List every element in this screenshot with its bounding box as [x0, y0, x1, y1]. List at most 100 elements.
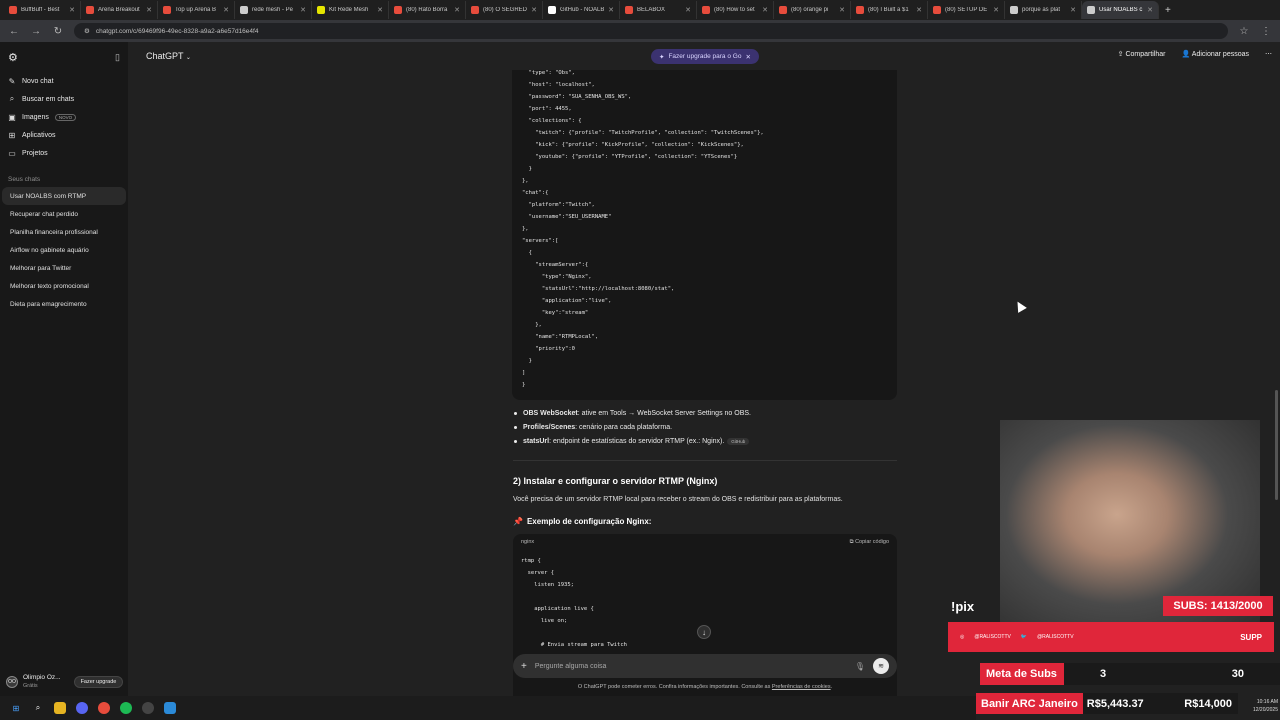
- code-line: "port": 4455,: [522, 106, 572, 112]
- sidebar-toggle-icon[interactable]: ▯: [115, 52, 120, 63]
- app-icon[interactable]: [164, 702, 176, 714]
- obs-icon[interactable]: [142, 702, 154, 714]
- tab-title: (80) Rato Borra: [406, 7, 448, 13]
- browser-tab[interactable]: (80) Rato Borra ✕: [389, 1, 466, 19]
- scrollbar[interactable]: [1275, 390, 1278, 500]
- search-icon[interactable]: ⌕: [32, 702, 44, 714]
- browser-tab[interactable]: rede mesh - Pe ✕: [235, 1, 312, 19]
- close-tab-icon[interactable]: ✕: [454, 6, 460, 14]
- sidebar-item-apps[interactable]: ⊞ Aplicativos: [0, 126, 128, 144]
- pin-icon: 📌: [513, 517, 523, 526]
- prompt-input[interactable]: Pergunte alguma coisa: [535, 663, 847, 670]
- close-tab-icon[interactable]: ✕: [300, 6, 306, 14]
- browser-tab[interactable]: Usar NOALBS c ✕: [1082, 1, 1159, 19]
- browser-tab[interactable]: (80) SETUP DE ✕: [928, 1, 1005, 19]
- browser-tab[interactable]: porque as plat ✕: [1005, 1, 1082, 19]
- close-tab-icon[interactable]: ✕: [531, 6, 537, 14]
- bookmark-star-icon[interactable]: ☆: [1238, 26, 1250, 37]
- code-line: rtmp {: [521, 558, 541, 564]
- close-tab-icon[interactable]: ✕: [377, 6, 383, 14]
- donation-goal-current: R$5,443.37: [1086, 697, 1144, 710]
- browser-tab[interactable]: Kit Rede Mesh ✕: [312, 1, 389, 19]
- browser-tab[interactable]: BELABOX ✕: [620, 1, 697, 19]
- browser-tab[interactable]: (80) How to set ✕: [697, 1, 774, 19]
- close-tab-icon[interactable]: ✕: [1147, 6, 1153, 14]
- file-explorer-icon[interactable]: [54, 702, 66, 714]
- close-tab-icon[interactable]: ✕: [69, 6, 75, 14]
- bullet-term: OBS WebSocket: [523, 409, 578, 417]
- chat-history-item[interactable]: Recuperar chat perdido: [2, 205, 126, 223]
- more-options-icon[interactable]: ⋯: [1265, 50, 1272, 58]
- browser-tab[interactable]: Arena Breakout ✕: [81, 1, 158, 19]
- chat-history-item[interactable]: Dieta para emagrecimento: [2, 295, 126, 313]
- microphone-icon[interactable]: 🎙: [855, 662, 865, 671]
- source-chip[interactable]: GitHub: [727, 437, 750, 445]
- composer[interactable]: + Pergunte alguma coisa 🎙 ≋: [513, 654, 897, 678]
- bullet-item: OBS WebSocket: ative em Tools → WebSocke…: [514, 406, 898, 420]
- new-tab-icon[interactable]: +: [1165, 5, 1171, 16]
- sidebar-item-label: Projetos: [22, 149, 48, 157]
- close-icon[interactable]: ✕: [745, 53, 750, 61]
- cookie-preferences-link[interactable]: Preferências de cookies: [772, 684, 831, 690]
- upgrade-pill[interactable]: ✦ Fazer upgrade para o Go ✕: [651, 49, 759, 64]
- chat-history-item[interactable]: Airflow no gabinete aquário: [2, 241, 126, 259]
- close-tab-icon[interactable]: ✕: [916, 6, 922, 14]
- copy-code-button[interactable]: ⧉ Copiar código: [850, 539, 889, 546]
- plus-icon[interactable]: +: [521, 661, 527, 672]
- sidebar-item-new-chat[interactable]: ✎ Novo chat: [0, 72, 128, 90]
- close-tab-icon[interactable]: ✕: [146, 6, 152, 14]
- chat-history-item[interactable]: Melhorar para Twitter: [2, 259, 126, 277]
- new-chat-icon: ✎: [8, 76, 16, 86]
- add-people-button[interactable]: 👤 Adicionar pessoas: [1182, 50, 1249, 58]
- browser-tab[interactable]: Top up Arena B ✕: [158, 1, 235, 19]
- browser-tab[interactable]: GitHub - NOALB ✕: [543, 1, 620, 19]
- url-field[interactable]: ⚙ chatgpt.com/c/69469f96-49ec-8328-a9a2-…: [74, 23, 1228, 39]
- model-selector[interactable]: ChatGPT ⌄: [146, 51, 191, 61]
- favicon-icon: [1087, 6, 1095, 14]
- browser-tab[interactable]: BuffBuff - Best ✕: [4, 1, 81, 19]
- close-tab-icon[interactable]: ✕: [839, 6, 845, 14]
- scroll-down-button[interactable]: ↓: [697, 625, 711, 639]
- chat-history-item[interactable]: Planilha financeira profissional: [2, 223, 126, 241]
- back-icon[interactable]: ←: [8, 26, 20, 37]
- code-line: "application":"live",: [522, 298, 612, 304]
- code-line: "priority":0: [522, 346, 575, 352]
- windows-start-icon[interactable]: ⊞: [10, 702, 22, 714]
- subsection-heading-text: Exemplo de configuração Nginx:: [526, 517, 652, 526]
- site-info-icon[interactable]: ⚙: [84, 27, 90, 35]
- chat-history-item[interactable]: Melhorar texto promocional: [2, 277, 126, 295]
- chat-history-item[interactable]: Usar NOALBS com RTMP: [2, 187, 126, 205]
- upgrade-button[interactable]: Fazer upgrade: [73, 676, 124, 688]
- favicon-icon: [317, 6, 325, 14]
- discord-icon[interactable]: [76, 702, 88, 714]
- browser-tab[interactable]: (80) O SEGREDO ✕: [466, 1, 543, 19]
- menu-dots-icon[interactable]: ⋮: [1260, 26, 1272, 37]
- forward-icon[interactable]: →: [30, 26, 42, 37]
- sidebar-item-search[interactable]: ⌕ Buscar em chats: [0, 90, 128, 108]
- close-tab-icon[interactable]: ✕: [1070, 6, 1076, 14]
- browser-tab[interactable]: (80) I Built a $1 ✕: [851, 1, 928, 19]
- reload-icon[interactable]: ↻: [52, 26, 64, 37]
- voice-mode-button[interactable]: ≋: [873, 658, 889, 674]
- user-menu[interactable]: OO Olimpio Oz... Grátis Fazer upgrade: [0, 668, 128, 696]
- twitter-handle: @RALISCOTTV: [1037, 634, 1074, 640]
- close-tab-icon[interactable]: ✕: [993, 6, 999, 14]
- close-tab-icon[interactable]: ✕: [685, 6, 691, 14]
- browser-tab[interactable]: (80) orange pi ✕: [774, 1, 851, 19]
- search-icon: ⌕: [9, 94, 15, 103]
- avatar: OO: [6, 676, 18, 688]
- chevron-down-icon: ⌄: [185, 55, 191, 61]
- code-block-json: "type": "Obs", "host": "localhost", "pas…: [512, 70, 897, 400]
- bullet-list: OBS WebSocket: ative em Tools → WebSocke…: [514, 406, 898, 448]
- share-button[interactable]: ⇪ Compartilhar: [1118, 50, 1166, 58]
- add-person-icon: 👤: [1181, 51, 1191, 58]
- openai-logo-icon[interactable]: ⚙: [8, 51, 18, 64]
- close-tab-icon[interactable]: ✕: [762, 6, 768, 14]
- close-tab-icon[interactable]: ✕: [223, 6, 229, 14]
- sidebar-item-image[interactable]: ▣ Imagens NOVO: [0, 108, 128, 126]
- code-line: "kick": {"profile": "KickProfile", "coll…: [522, 142, 744, 148]
- spotify-icon[interactable]: [120, 702, 132, 714]
- sidebar-item-folder[interactable]: ▭ Projetos: [0, 144, 128, 162]
- close-tab-icon[interactable]: ✕: [608, 6, 614, 14]
- chrome-icon[interactable]: [98, 702, 110, 714]
